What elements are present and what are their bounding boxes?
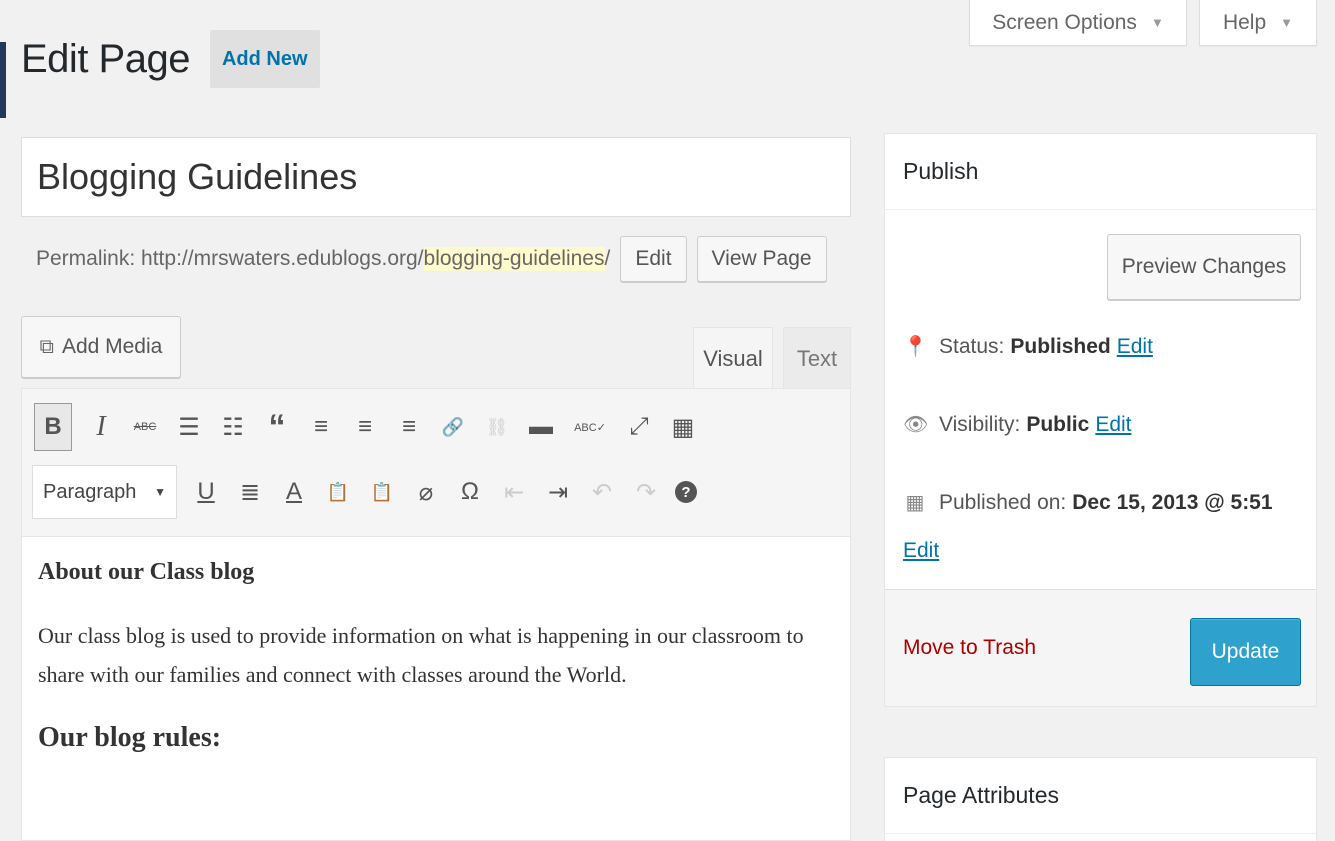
status-label: Status: [939, 334, 1005, 358]
justify-icon[interactable]: ≣ [235, 475, 265, 509]
preview-changes-button[interactable]: Preview Changes [1107, 234, 1301, 300]
outdent-icon[interactable]: ⇤ [499, 475, 529, 509]
editor-content[interactable]: About our Class blog Our class blog is u… [22, 537, 850, 776]
unlink-icon[interactable]: ⛓ [482, 410, 512, 444]
page-attributes-title: Page Attributes [885, 758, 1316, 834]
numbered-list-icon[interactable]: ☷ [218, 410, 248, 444]
add-media-label: Add Media [61, 335, 163, 358]
blockquote-icon[interactable]: “ [262, 408, 292, 446]
bold-icon[interactable]: B [34, 403, 72, 451]
visibility-value: Public [1026, 412, 1090, 436]
clear-formatting-icon[interactable]: ⌀ [411, 475, 441, 509]
visibility-row: 👁 Visibility: Public Edit [903, 412, 1132, 437]
chevron-down-icon: ▼ [154, 485, 166, 499]
spellcheck-icon[interactable]: ABC✓ [570, 410, 610, 444]
published-label: Published on: [939, 490, 1067, 514]
special-character-icon[interactable]: Ω [455, 475, 485, 509]
tab-text[interactable]: Text [783, 327, 851, 389]
publish-actions: Move to Trash Update [885, 589, 1316, 706]
link-icon[interactable]: 🔗 [438, 410, 468, 444]
visibility-label: Visibility: [939, 412, 1021, 436]
toolbar-row-1: B I ABC ☰ ☷ “ ≡ ≡ ≡ 🔗 ⛓ ▬ ABC✓ ⤢ ▦ [34, 403, 698, 451]
screen-options-tab[interactable]: Screen Options ▼ [969, 0, 1187, 46]
published-edit-link[interactable]: Edit [903, 539, 939, 563]
permalink-row: Permalink: http://mrswaters.edublogs.org… [36, 236, 827, 282]
view-page-button[interactable]: View Page [696, 236, 827, 282]
screen-meta-tabs: Screen Options ▼ Help ▼ [969, 0, 1317, 46]
kitchen-sink-icon[interactable]: ▦ [668, 410, 698, 444]
caret-down-icon: ▼ [1150, 15, 1164, 30]
undo-icon[interactable]: ↶ [587, 475, 617, 509]
add-media-button[interactable]: ⧉ Add Media [21, 316, 181, 378]
indent-icon[interactable]: ⇥ [543, 475, 573, 509]
content-subheading: Our blog rules: [38, 722, 222, 753]
caret-down-icon: ▼ [1280, 15, 1294, 30]
tab-visual[interactable]: Visual [693, 327, 773, 389]
permalink-base: http://mrswaters.edublogs.org/ [141, 247, 424, 270]
permalink-label: Permalink: [36, 247, 136, 270]
align-center-icon[interactable]: ≡ [350, 410, 380, 444]
update-button[interactable]: Update [1190, 618, 1301, 686]
published-value: Dec 15, 2013 @ 5:51 [1072, 490, 1273, 514]
redo-icon[interactable]: ↷ [631, 475, 661, 509]
publish-box-title: Publish [885, 134, 1316, 210]
permalink-slug[interactable]: blogging-guidelines [423, 247, 605, 271]
move-to-trash-link[interactable]: Move to Trash [903, 636, 1036, 660]
screen-options-label: Screen Options [992, 10, 1137, 34]
content-editor: B I ABC ☰ ☷ “ ≡ ≡ ≡ 🔗 ⛓ ▬ ABC✓ ⤢ ▦ Parag… [21, 388, 851, 841]
align-right-icon[interactable]: ≡ [394, 410, 424, 444]
insert-more-icon[interactable]: ▬ [526, 410, 556, 444]
permalink-trail: / [604, 247, 611, 270]
editor-toolbar: B I ABC ☰ ☷ “ ≡ ≡ ≡ 🔗 ⛓ ▬ ABC✓ ⤢ ▦ Parag… [22, 389, 850, 537]
pin-icon: 📍 [903, 336, 928, 358]
help-tab[interactable]: Help ▼ [1199, 0, 1317, 46]
status-row: 📍 Status: Published Edit [903, 334, 1153, 359]
permalink-edit-button[interactable]: Edit [620, 236, 687, 282]
published-on-row: ▦ Published on: Dec 15, 2013 @ 5:51 [903, 490, 1273, 515]
publish-box: Publish Preview Changes 📍 Status: Publis… [884, 133, 1317, 707]
italic-icon[interactable]: I [86, 410, 116, 444]
left-accent-bar [0, 42, 6, 118]
text-color-icon[interactable]: A [279, 475, 309, 509]
align-left-icon[interactable]: ≡ [306, 410, 336, 444]
toolbar-row-2: Paragraph ▼ U ≣ A 📋 📋 ⌀ Ω ⇤ ⇥ ↶ ↷ ? [32, 465, 697, 519]
paste-text-icon[interactable]: 📋 [323, 475, 353, 509]
status-edit-link[interactable]: Edit [1117, 335, 1153, 359]
page-title: Edit Page [21, 36, 190, 81]
title-input[interactable]: Blogging Guidelines [21, 137, 851, 217]
underline-icon[interactable]: U [191, 475, 221, 509]
content-paragraph: Our class blog is used to provide inform… [38, 623, 804, 687]
help-label: Help [1222, 10, 1267, 34]
help-icon[interactable]: ? [675, 481, 697, 503]
page-attributes-box: Page Attributes [884, 757, 1317, 841]
fullscreen-icon[interactable]: ⤢ [624, 410, 654, 444]
paste-word-icon[interactable]: 📋 [367, 475, 397, 509]
visibility-edit-link[interactable]: Edit [1095, 413, 1131, 437]
add-new-button[interactable]: Add New [209, 30, 320, 88]
media-icon: ⧉ [39, 335, 54, 358]
status-value: Published [1010, 334, 1111, 358]
format-select[interactable]: Paragraph ▼ [32, 465, 177, 519]
content-heading: About our Class blog [38, 559, 255, 585]
format-select-value: Paragraph [43, 480, 137, 503]
eye-icon: 👁 [903, 414, 929, 436]
page-heading: Edit Page Add New [21, 30, 320, 88]
calendar-icon: ▦ [905, 492, 925, 514]
strikethrough-icon[interactable]: ABC [130, 410, 160, 444]
bullet-list-icon[interactable]: ☰ [174, 410, 204, 444]
